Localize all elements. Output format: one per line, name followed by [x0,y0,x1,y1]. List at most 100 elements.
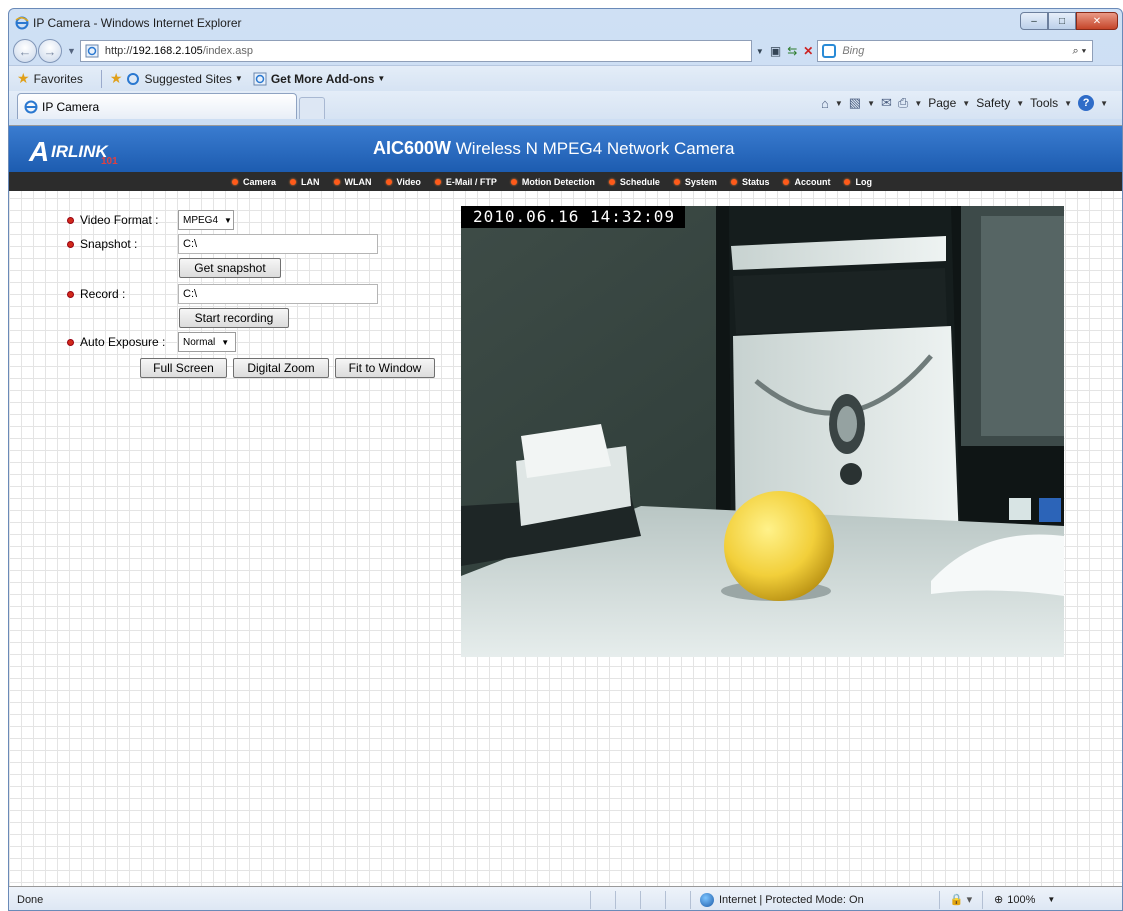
nav-bullet-icon [290,178,297,185]
chevron-down-icon: ▼ [1064,98,1073,108]
divider [590,890,591,909]
title-bar: IP Camera - Windows Internet Explorer – … [9,9,1122,37]
digital-zoom-button[interactable]: Digital Zoom [233,358,329,378]
nav-system[interactable]: System [673,177,717,187]
chevron-down-icon: ▼ [224,215,232,225]
search-placeholder: Bing [842,45,865,57]
chevron-down-icon[interactable]: ▼ [867,99,875,108]
suggested-sites-link[interactable]: Suggested Sites ▼ [126,71,243,86]
url-path: /index.asp [202,45,253,57]
video-format-select[interactable]: MPEG4 ▼ [178,210,234,230]
refresh-icon[interactable]: ⇆ [787,44,797,58]
nav-bullet-icon [510,178,517,185]
nav-email-ftp[interactable]: E-Mail / FTP [434,176,497,187]
nav-label: Status [741,176,770,187]
divider [615,890,616,909]
chevron-down-icon[interactable]: ▼ [1100,99,1108,108]
zone-text: Internet | Protected Mode: On [719,893,864,906]
start-recording-button[interactable]: Start recording [179,308,289,328]
mail-icon[interactable]: ✉ [881,95,892,111]
tab-row: IP Camera ⌂ ▼ ▧ ▼ ✉ ⎙ ▼ Page ▼ Safety ▼ Tools… [9,91,1122,119]
bullet-icon [67,240,74,248]
back-button[interactable]: ← [13,39,37,63]
nav-label: Camera [243,176,277,187]
search-input[interactable]: Bing ⌕ ▾ [817,40,1094,62]
url-host: 192.168.2.105 [132,45,203,57]
favorites-button[interactable]: ★ Favorites [17,70,83,87]
start-recording-row: Start recording [179,308,289,328]
get-snapshot-button[interactable]: Get snapshot [179,258,281,278]
view-buttons-row: Full Screen Digital Zoom Fit to Window [140,358,435,378]
command-bar: ⌂ ▼ ▧ ▼ ✉ ⎙ ▼ Page ▼ Safety ▼ Tools ▼ ? ▼ [821,95,1108,111]
divider [939,890,940,909]
minimize-button[interactable]: – [1020,12,1048,30]
snapshot-label: Snapshot : [80,237,138,251]
window-title: IP Camera - Windows Internet Explorer [33,16,242,30]
address-dropdown-icon[interactable]: ▼ [756,47,764,56]
nav-log[interactable]: Log [844,177,872,187]
divider [665,890,666,909]
record-row: Record : C:\ [67,284,378,304]
nav-lan[interactable]: LAN [290,177,320,187]
nav-account[interactable]: Account [783,177,830,187]
new-tab-button[interactable] [299,97,325,119]
search-icon[interactable]: ⌕ ▾ [1072,45,1086,58]
tab-label: IP Camera [42,99,100,114]
full-screen-button[interactable]: Full Screen [140,358,227,378]
nav-label: LAN [301,176,320,187]
nav-bullet-icon [844,178,851,185]
feeds-icon[interactable]: ▧ [849,95,861,111]
nav-bullet-icon [673,178,680,185]
nav-video[interactable]: Video [385,177,421,187]
chevron-down-icon[interactable]: ▼ [835,99,843,108]
security-zone[interactable]: Internet | Protected Mode: On [694,892,938,907]
chevron-down-icon: ▼ [234,74,243,83]
nav-camera[interactable]: Camera [232,177,276,187]
nav-bullet-icon [333,178,340,185]
home-icon[interactable]: ⌂ [821,96,829,111]
nav-bullet-icon [608,178,615,185]
live-video-view[interactable]: 2010.06.16 14:32:09 [461,206,1064,657]
address-tools: ▼ ▣ ⇆ ✕ [756,44,813,58]
recent-pages-dropdown-icon[interactable]: ▼ [67,46,76,56]
nav-schedule[interactable]: Schedule [608,177,660,187]
protected-mode-icon[interactable]: 🔒 ▾ [941,893,981,906]
video-format-row: Video Format : MPEG4 ▼ [67,210,234,230]
address-row: ← → ▼ http:// 192.168.2.105 /index.asp ▼… [9,37,1122,65]
print-icon[interactable]: ⎙ [898,95,908,111]
add-favorite-icon[interactable]: ★ [110,70,123,87]
get-addons-link[interactable]: Get More Add-ons ▼ [253,72,385,86]
browser-window: IP Camera - Windows Internet Explorer – … [8,8,1123,911]
auto-exposure-value: Normal [183,336,216,348]
help-icon[interactable]: ? [1078,95,1095,111]
zoom-icon: ⊕ [994,894,1004,906]
nav-motion-detection[interactable]: Motion Detection [510,177,595,187]
maximize-button[interactable]: □ [1048,12,1076,30]
page-menu[interactable]: Page [928,96,956,110]
stop-icon[interactable]: ✕ [803,44,813,58]
zoom-level: 100% [1007,893,1036,906]
logo-text: IRLINK [51,142,108,161]
nav-status[interactable]: Status [730,176,770,187]
record-path-input[interactable]: C:\ [178,284,378,304]
address-bar[interactable]: http:// 192.168.2.105 /index.asp [79,40,752,62]
snapshot-path-input[interactable]: C:\ [178,234,378,254]
video-timestamp: 2010.06.16 14:32:09 [461,206,686,228]
tools-menu[interactable]: Tools [1030,96,1058,110]
compatibility-view-icon[interactable]: ▣ [770,44,781,58]
forward-button[interactable]: → [38,39,62,63]
nav-label: E-Mail / FTP [445,176,497,187]
suggested-sites-label: Suggested Sites [144,71,232,86]
close-button[interactable]: ✕ [1076,12,1118,30]
camera-nav: Camera LAN WLAN Video E-Mail / FTP Motio… [9,172,1122,191]
favorites-bar: ★ Favorites ★ Suggested Sites ▼ Get More… [9,65,1122,91]
zoom-control[interactable]: ⊕ 100% ▼ [994,893,1055,907]
auto-exposure-select[interactable]: Normal ▼ [178,332,236,352]
nav-wlan[interactable]: WLAN [333,177,372,187]
safety-menu[interactable]: Safety [976,96,1010,110]
chevron-down-icon: ▼ [1016,98,1025,108]
ie-page-icon [253,72,267,85]
chevron-down-icon[interactable]: ▼ [914,99,922,108]
tab-ip-camera[interactable]: IP Camera [17,93,297,119]
fit-to-window-button[interactable]: Fit to Window [335,358,435,378]
